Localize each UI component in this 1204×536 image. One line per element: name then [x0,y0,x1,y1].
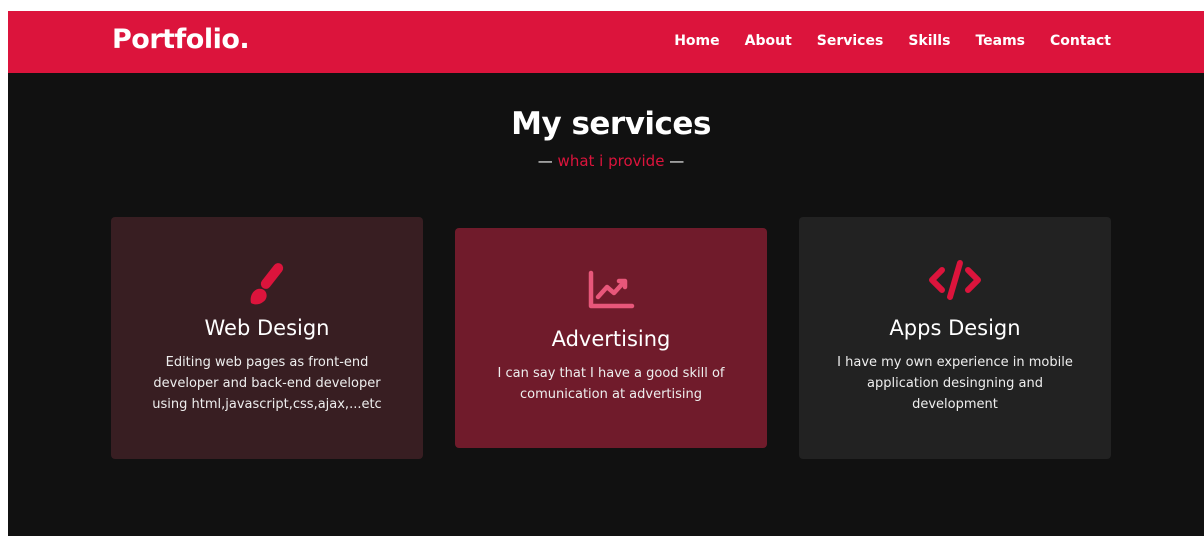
subtitle-text: what i provide [557,152,665,170]
card-title: Web Design [204,316,330,340]
nav-teams-link[interactable]: Teams [975,33,1025,49]
nav-about-link[interactable]: About [745,33,792,49]
code-icon [799,259,1111,301]
card-description: I can say that I have a good skill of co… [497,366,725,402]
nav-home-link[interactable]: Home [674,33,719,49]
card-description: Editing web pages as front-end developer… [152,355,382,412]
card-description: I have my own experience in mobile appli… [837,355,1073,412]
nav-skills-link[interactable]: Skills [908,33,950,49]
nav-menu: Home About Services Skills Teams Contact [674,33,1111,49]
subtitle-dash-right: — [669,152,685,170]
service-card-advertising[interactable]: Advertising I can say that I have a good… [455,228,767,448]
chart-line-icon [455,270,767,310]
nav-contact-link[interactable]: Contact [1050,33,1111,49]
service-card-apps-design[interactable]: Apps Design I have my own experience in … [799,217,1111,459]
section-title: My services [511,106,711,142]
paint-brush-icon [111,259,423,307]
navbar: Portfolio. Home About Services Skills Te… [8,11,1204,73]
service-card-web-design[interactable]: Web Design Editing web pages as front-en… [111,217,423,459]
nav-services-link[interactable]: Services [817,33,884,49]
card-title: Apps Design [889,316,1021,340]
page-frame: Portfolio. Home About Services Skills Te… [8,11,1204,536]
logo[interactable]: Portfolio. [112,24,250,55]
card-title: Advertising [551,327,671,351]
section-subtitle: — what i provide — [8,152,1204,170]
subtitle-dash-left: — [537,152,553,170]
